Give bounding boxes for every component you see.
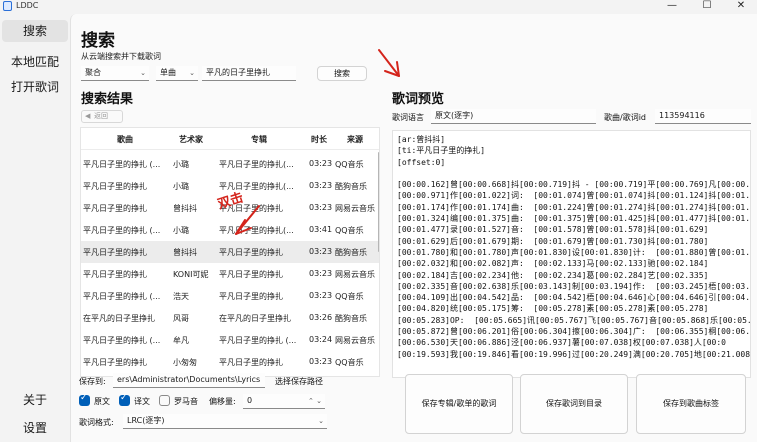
chevron-down-icon: ⌄ xyxy=(189,69,195,77)
preview-title: 歌词预览 xyxy=(392,92,445,107)
choose-save-path-button[interactable]: 选择保存路径 xyxy=(275,376,323,387)
source-select[interactable]: 聚合 ⌄ xyxy=(81,66,149,81)
sidebar-item-local-match[interactable]: 本地匹配 xyxy=(2,51,68,73)
song-id-input[interactable]: 113594116 xyxy=(655,109,751,124)
sidebar: 搜索 本地匹配 打开歌词 关于 设置 xyxy=(0,14,70,442)
save-path-label: 保存到: xyxy=(79,377,106,386)
save-to-directory-button[interactable]: 保存歌词到目录 xyxy=(520,374,628,434)
page-subtitle: 从云端搜索并下载歌词 xyxy=(81,52,161,61)
lyrics-format-select[interactable]: LRC(逐字) ⌄ xyxy=(123,414,327,429)
chevron-down-icon: ⌄ xyxy=(140,69,146,77)
column-header-song[interactable]: 歌曲 xyxy=(117,134,133,145)
table-row[interactable]: 平凡日子里的挣扎 小匆匆 平凡日子里的挣扎 03:23 QQ音乐 xyxy=(81,351,379,373)
results-table: 歌曲 艺术家 专辑 时长 来源 平凡日子里的挣扎 (... 小璐 平凡日子里的挣… xyxy=(80,127,380,377)
checkbox-original[interactable] xyxy=(79,393,90,406)
maximize-button[interactable]: ☐ xyxy=(692,0,722,13)
main-content: 搜索 从云端搜索并下载歌词 聚合 ⌄ 单曲 ⌄ 平凡的日子里挣扎 搜索 搜索结果… xyxy=(70,14,757,442)
page-title: 搜索 xyxy=(81,31,115,51)
checkbox-romaji-label: 罗马音 xyxy=(174,397,198,406)
search-input[interactable]: 平凡的日子里挣扎 xyxy=(202,66,296,81)
title-bar: LDDC — ☐ ✕ xyxy=(0,0,757,14)
column-header-album[interactable]: 专辑 xyxy=(251,134,267,145)
sidebar-item-settings[interactable]: 设置 xyxy=(2,417,68,439)
lyrics-preview[interactable]: [ar:曾抖抖] [ti:平凡日子里的挣扎] [offset:0] [00:00… xyxy=(392,130,751,378)
lyrics-text: [ar:曾抖抖] [ti:平凡日子里的挣扎] [offset:0] [00:00… xyxy=(397,135,751,359)
checkbox-translation[interactable] xyxy=(119,393,130,406)
table-row[interactable]: 平凡日子里的挣扎 (... 浩天 平凡日子里的挣扎 03:23 QQ音乐 xyxy=(81,285,379,307)
table-row-selected[interactable]: 平凡日子里的挣扎 曾抖抖 平凡日子里的挣扎 03:23 酷狗音乐 xyxy=(81,241,379,263)
offset-spinbox[interactable]: 0 ⌃ ⌄ xyxy=(243,394,325,409)
offset-label: 偏移量: xyxy=(209,397,236,406)
table-row[interactable]: 平凡日子里的挣扎 (... 小璐 平凡日子里的挣扎(... 03:23 QQ音乐 xyxy=(81,153,379,175)
save-path-input[interactable]: ers\Administrator\Documents\Lyrics xyxy=(113,373,265,388)
arrow-left-icon: ◀ xyxy=(85,112,91,120)
minimize-button[interactable]: — xyxy=(657,0,687,13)
lyrics-language-select[interactable]: 原文(逐字) xyxy=(431,109,596,124)
checkbox-translation-label: 译文 xyxy=(134,397,150,406)
results-scrollbar[interactable] xyxy=(378,152,379,252)
search-type-select[interactable]: 单曲 ⌄ xyxy=(156,66,198,81)
table-row[interactable]: 在平凡的日子里挣扎 风哥 在平凡的日子里挣扎 03:26 酷狗音乐 xyxy=(81,307,379,329)
stepper-arrows-icon[interactable]: ⌃ ⌄ xyxy=(308,394,322,408)
results-title: 搜索结果 xyxy=(81,92,134,107)
column-header-artist[interactable]: 艺术家 xyxy=(179,134,203,145)
format-label: 歌词格式: xyxy=(79,418,114,427)
table-row[interactable]: 平凡日子里的挣扎 (... 小璐 平凡日子里的挣扎(... 03:41 QQ音乐 xyxy=(81,219,379,241)
close-button[interactable]: ✕ xyxy=(726,0,756,13)
song-id-label: 歌曲/歌词id xyxy=(604,113,646,122)
save-to-song-tag-button[interactable]: 保存到歌曲标签 xyxy=(636,374,746,434)
lyrics-language-label: 歌词语言 xyxy=(392,113,424,122)
table-row[interactable]: 平凡日子里的挣扎 (... 牟凡 平凡日子里的挣扎 (... 03:24 网易云… xyxy=(81,329,379,351)
table-row[interactable]: 平凡日子里的挣扎 KONI可妮 平凡日子里的挣扎 03:23 网易云音乐 xyxy=(81,263,379,285)
window-title: LDDC xyxy=(16,1,39,10)
checkbox-original-label: 原文 xyxy=(94,397,110,406)
save-album-lyrics-button[interactable]: 保存专辑/歌单的歌词 xyxy=(405,374,513,434)
checkbox-romaji[interactable] xyxy=(159,395,170,406)
app-logo-icon xyxy=(3,1,12,11)
back-button[interactable]: ◀ 返回 xyxy=(81,110,123,123)
table-header: 歌曲 艺术家 专辑 时长 来源 xyxy=(81,128,379,150)
search-button[interactable]: 搜索 xyxy=(317,66,367,81)
column-header-duration[interactable]: 时长 xyxy=(311,134,327,145)
sidebar-item-open-lyrics[interactable]: 打开歌词 xyxy=(2,76,68,98)
sidebar-item-about[interactable]: 关于 xyxy=(2,389,68,411)
sidebar-item-search[interactable]: 搜索 xyxy=(2,20,68,42)
chevron-down-icon: ⌄ xyxy=(318,417,324,425)
column-header-source[interactable]: 来源 xyxy=(347,134,363,145)
